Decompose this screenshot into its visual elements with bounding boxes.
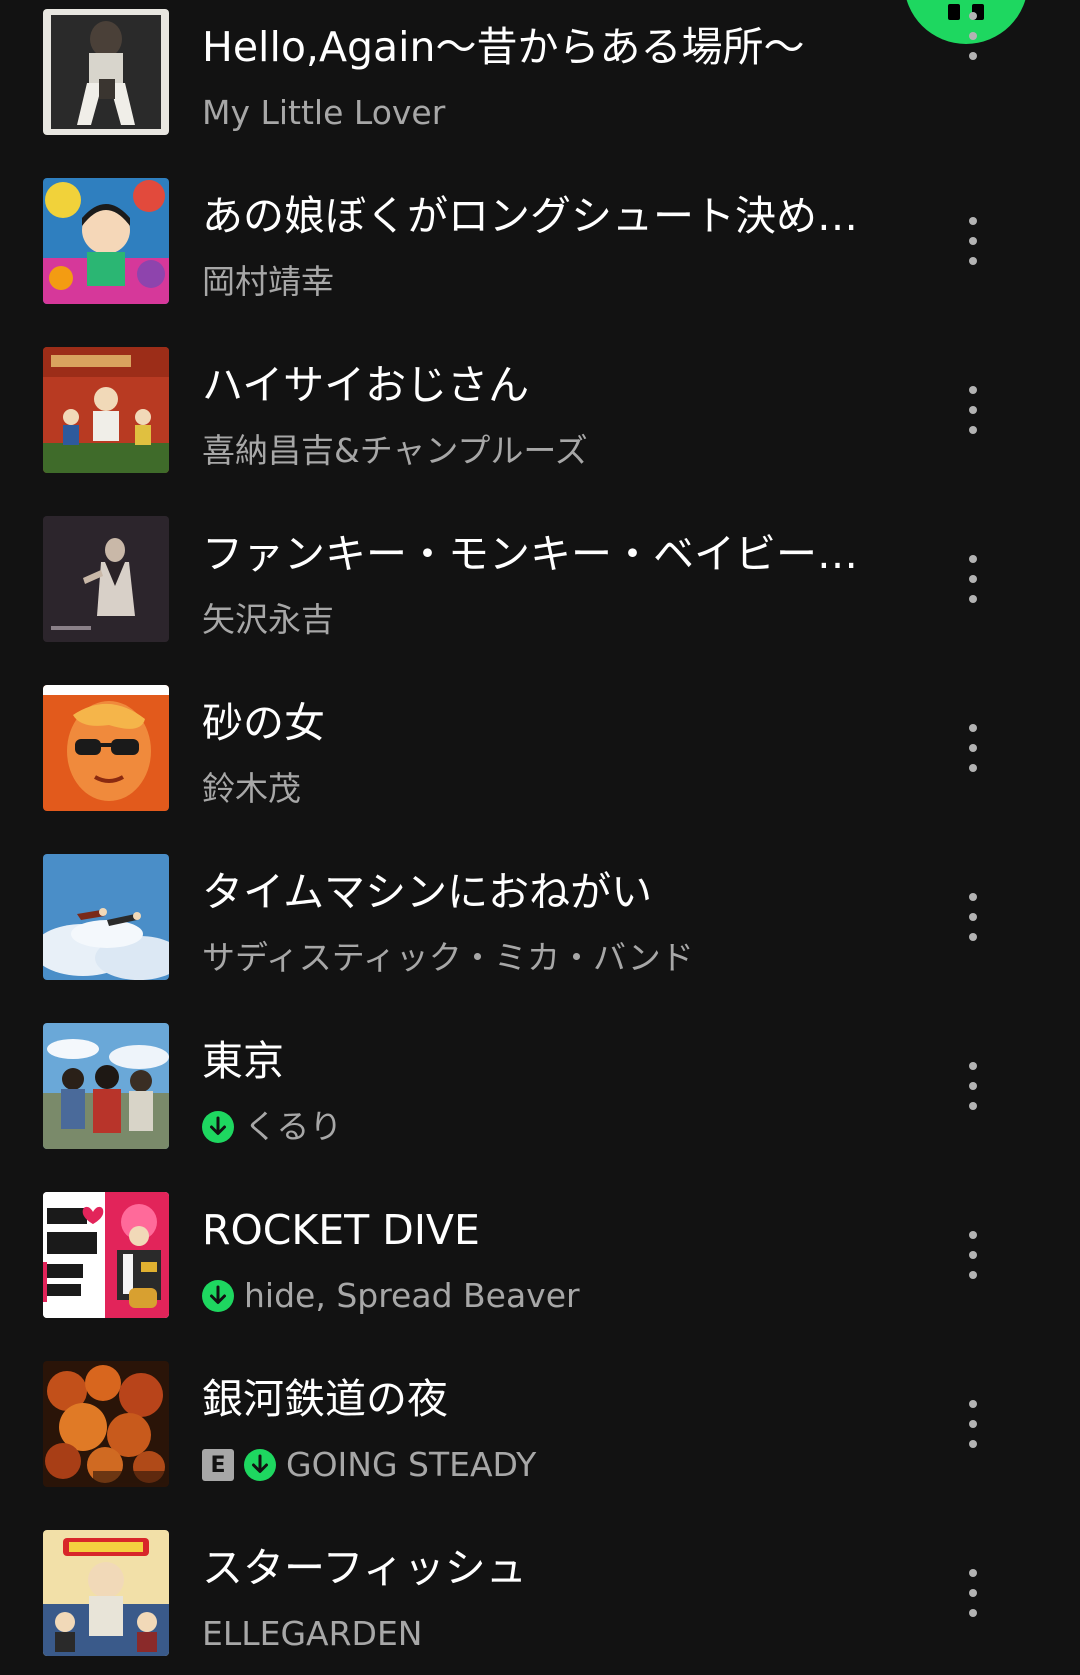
album-cover <box>43 1361 169 1487</box>
track-row[interactable]: スターフィッシュ ELLEGARDEN <box>0 1530 1080 1670</box>
track-meta: 喜納昌吉&チャンプルーズ <box>202 429 588 473</box>
album-cover <box>43 854 169 980</box>
track-artist: 岡村靖幸 <box>202 262 334 301</box>
track-meta: サディスティック・ミカ・バンド <box>202 936 694 980</box>
track-row[interactable]: ファンキー・モンキー・ベイビー (… 矢沢永吉 <box>0 516 1080 656</box>
track-artist: GOING STEADY <box>286 1445 537 1484</box>
track-title: ハイサイおじさん <box>202 361 530 409</box>
track-row[interactable]: 砂の女 鈴木茂 <box>0 685 1080 825</box>
more-options-button[interactable] <box>956 713 990 783</box>
track-meta: E GOING STEADY <box>202 1443 536 1487</box>
album-cover <box>43 1023 169 1149</box>
album-cover <box>43 1530 169 1656</box>
track-title: 砂の女 <box>202 699 325 747</box>
track-title: スターフィッシュ <box>202 1544 527 1592</box>
track-artist: 鈴木茂 <box>202 769 301 808</box>
track-title: 銀河鉄道の夜 <box>202 1375 448 1423</box>
album-cover <box>43 9 169 135</box>
track-meta: ELLEGARDEN <box>202 1612 423 1656</box>
track-meta: My Little Lover <box>202 91 445 135</box>
track-artist: ELLEGARDEN <box>202 1614 423 1653</box>
more-options-button[interactable] <box>956 882 990 952</box>
track-row[interactable]: タイムマシンにおねがい サディスティック・ミカ・バンド <box>0 854 1080 994</box>
track-title: ROCKET DIVE <box>202 1206 480 1254</box>
track-artist: hide, Spread Beaver <box>244 1276 580 1315</box>
downloaded-icon <box>202 1111 234 1143</box>
track-meta: hide, Spread Beaver <box>202 1274 580 1318</box>
more-options-button[interactable] <box>956 206 990 276</box>
track-title: タイムマシンにおねがい <box>202 868 653 916</box>
track-row[interactable]: Hello,Again〜昔からある場所〜 My Little Lover <box>0 9 1080 149</box>
track-title: ファンキー・モンキー・ベイビー (… <box>202 530 862 578</box>
track-title: Hello,Again〜昔からある場所〜 <box>202 23 805 71</box>
explicit-badge: E <box>202 1449 234 1481</box>
more-options-button[interactable] <box>956 1220 990 1290</box>
track-artist: My Little Lover <box>202 93 446 132</box>
downloaded-icon <box>202 1280 234 1312</box>
more-options-button[interactable] <box>956 1051 990 1121</box>
more-options-button[interactable] <box>956 1558 990 1628</box>
track-row[interactable]: 東京 くるり <box>0 1023 1080 1163</box>
more-options-button[interactable] <box>956 1389 990 1459</box>
album-cover <box>43 516 169 642</box>
more-options-button[interactable] <box>956 544 990 614</box>
track-title: 東京 <box>202 1037 284 1085</box>
track-meta: 矢沢永吉 <box>202 598 334 642</box>
album-cover <box>43 347 169 473</box>
track-row[interactable]: ハイサイおじさん 喜納昌吉&チャンプルーズ <box>0 347 1080 487</box>
track-meta: 鈴木茂 <box>202 767 301 811</box>
more-options-button[interactable] <box>956 1 990 71</box>
track-row[interactable]: 銀河鉄道の夜 E GOING STEADY <box>0 1361 1080 1501</box>
track-title: あの娘ぼくがロングシュート決め… <box>202 192 858 240</box>
downloaded-icon <box>244 1449 276 1481</box>
more-options-button[interactable] <box>956 375 990 445</box>
track-meta: 岡村靖幸 <box>202 260 334 304</box>
track-artist: 矢沢永吉 <box>202 600 334 639</box>
track-row[interactable]: あの娘ぼくがロングシュート決め… 岡村靖幸 <box>0 178 1080 318</box>
track-artist: サディスティック・ミカ・バンド <box>202 938 694 977</box>
album-cover <box>43 685 169 811</box>
track-artist: 喜納昌吉&チャンプルーズ <box>202 431 588 470</box>
track-row[interactable]: ROCKET DIVE hide, Spread Beaver <box>0 1192 1080 1332</box>
track-meta: くるり <box>202 1105 342 1149</box>
album-cover <box>43 1192 169 1318</box>
track-artist: くるり <box>244 1107 343 1146</box>
album-cover <box>43 178 169 304</box>
